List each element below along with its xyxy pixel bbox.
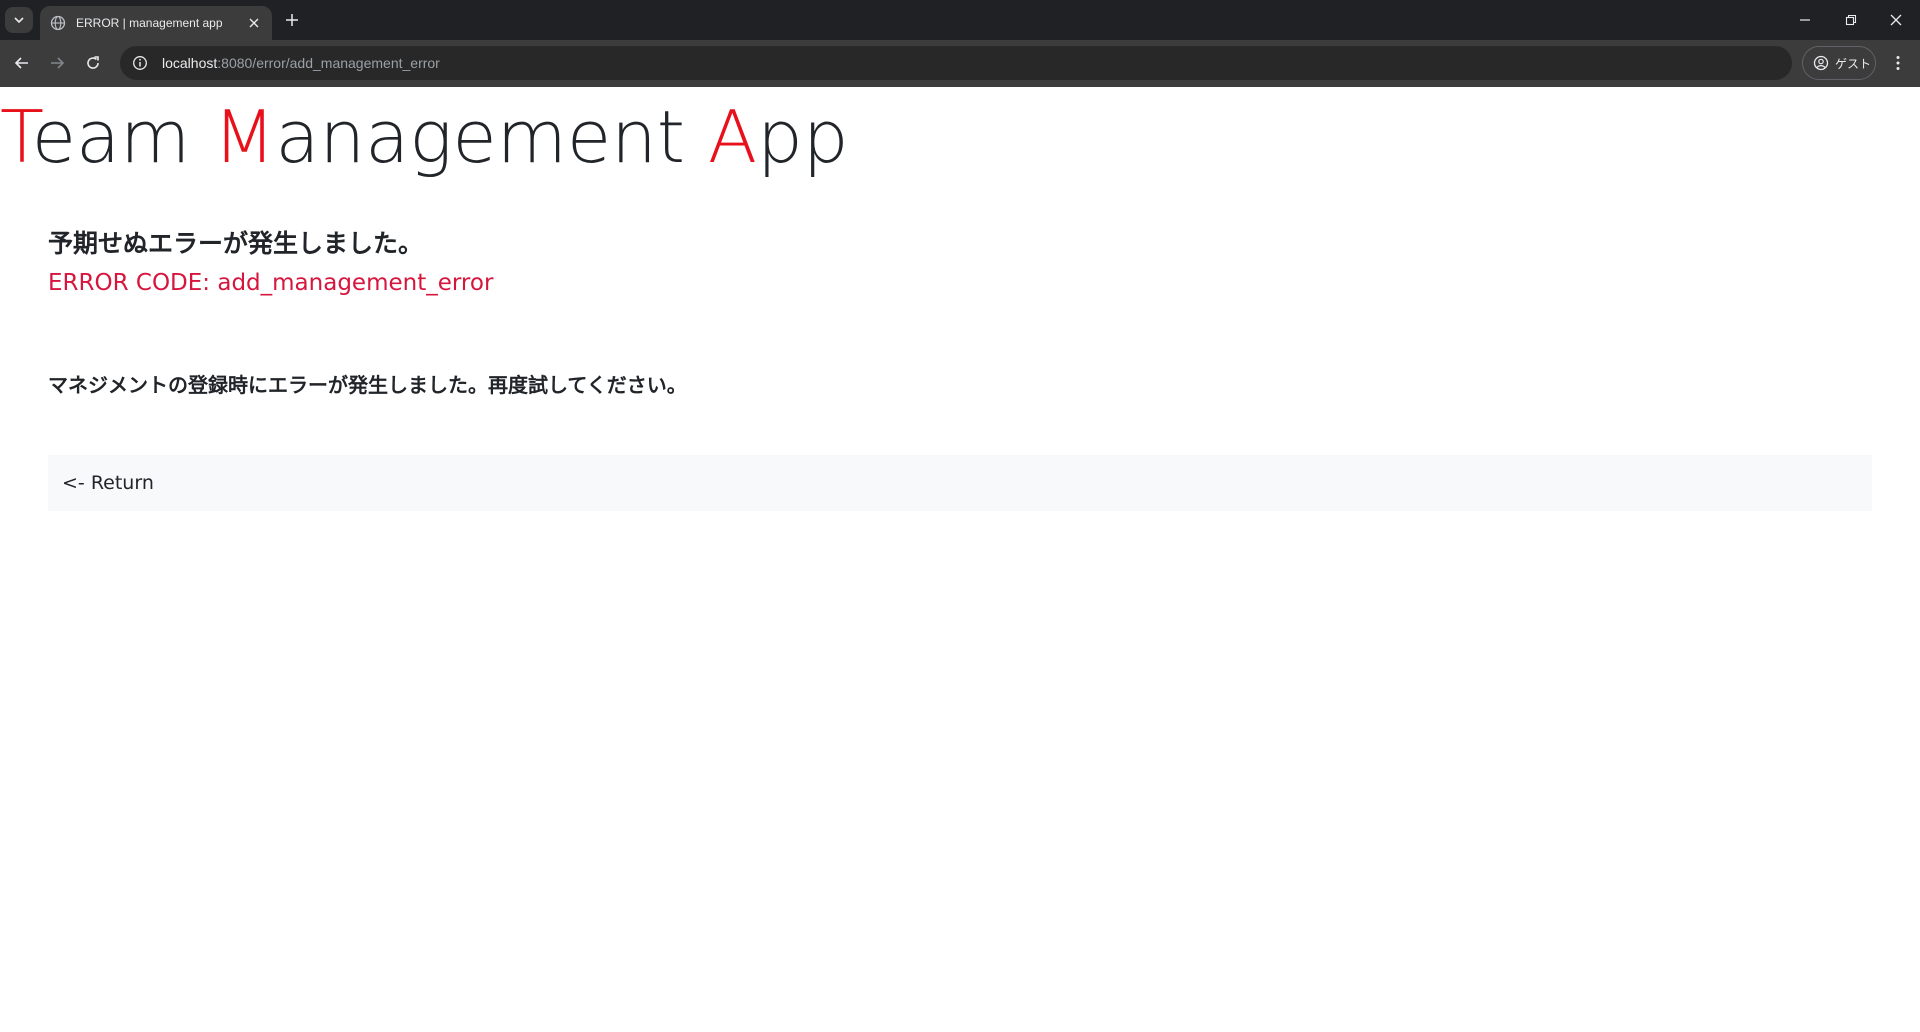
browser-tabstrip: ERROR | management app: [0, 0, 1920, 40]
restore-icon: [1845, 14, 1857, 26]
title-part-3-rest: pp: [757, 95, 849, 179]
return-link[interactable]: <- Return: [62, 472, 154, 494]
title-cap-t: T: [0, 95, 32, 179]
reload-icon: [87, 56, 99, 69]
app-title: Team Management App: [0, 97, 849, 177]
profile-label: ゲスト: [1835, 56, 1872, 71]
restore-button[interactable]: [1839, 8, 1863, 32]
browser-menu-button[interactable]: [1886, 51, 1910, 75]
error-message: マネジメントの登録時にエラーが発生しました。再度試してください。: [48, 373, 687, 397]
browser-tab-active[interactable]: ERROR | management app: [40, 6, 272, 40]
title-cap-a: A: [707, 95, 758, 179]
profile-button[interactable]: ゲスト: [1802, 46, 1876, 80]
minimize-icon: [1800, 19, 1810, 21]
close-window-button[interactable]: [1884, 8, 1908, 32]
arrow-left-icon: [14, 57, 28, 69]
chevron-down-icon: [14, 17, 24, 24]
tab-title: ERROR | management app: [76, 16, 223, 30]
error-code: ERROR CODE: add_management_error: [48, 270, 494, 296]
more-vertical-icon: [1896, 56, 1900, 70]
url-host: localhost: [162, 55, 218, 71]
url-path: :8080/error/add_management_error: [217, 55, 440, 71]
title-part-2-rest: anagement: [275, 95, 708, 179]
reload-button[interactable]: [81, 51, 105, 75]
url-text: localhost:8080/error/add_management_erro…: [162, 55, 440, 71]
minimize-button[interactable]: [1793, 8, 1817, 32]
return-bar: <- Return: [48, 455, 1872, 511]
account-icon: [1813, 55, 1829, 71]
new-tab-button[interactable]: [282, 10, 302, 30]
error-heading: 予期せぬエラーが発生しました。: [48, 229, 424, 258]
browser-toolbar: localhost:8080/error/add_management_erro…: [0, 40, 1920, 87]
address-bar[interactable]: localhost:8080/error/add_management_erro…: [120, 46, 1792, 80]
close-tab-icon[interactable]: [246, 15, 262, 31]
plus-icon: [286, 14, 298, 26]
globe-icon: [50, 15, 66, 31]
back-button[interactable]: [10, 51, 34, 75]
close-icon: [1890, 14, 1902, 26]
site-info-icon[interactable]: [130, 53, 150, 73]
title-part-1-rest: eam: [31, 95, 214, 179]
forward-button[interactable]: [45, 51, 69, 75]
tab-search-button[interactable]: [5, 7, 33, 33]
title-cap-m: M: [213, 95, 276, 179]
error-section: 予期せぬエラーが発生しました。 ERROR CODE: add_manageme…: [48, 227, 1872, 511]
page-content: Team Management App 予期せぬエラーが発生しました。 ERRO…: [0, 87, 1920, 1032]
arrow-right-icon: [51, 57, 65, 69]
